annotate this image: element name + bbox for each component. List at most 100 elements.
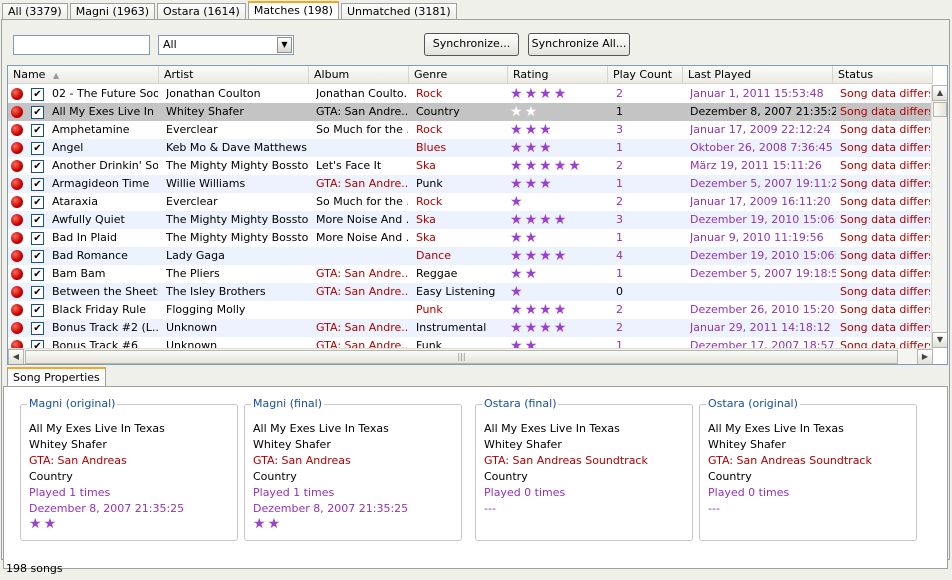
star-icon: ★ [539,302,554,318]
row-checkbox[interactable]: ✔ [31,106,44,119]
synchronize-all-button[interactable]: Synchronize All... [528,33,630,56]
star-icon: ★ [510,158,525,174]
table-row[interactable]: ✔ Bam Bam The Pliers GTA: San Andre... Regga… [8,265,933,283]
rating-stars[interactable]: ★★★★ [510,211,568,229]
star-icon: ★ [539,158,554,174]
cell-status: Song data differs [840,321,930,334]
col-header-last-played[interactable]: Last Played [683,66,833,84]
cell-artist: The Mighty Mighty Bosston... [166,159,308,172]
card-title: All My Exes Live In Texas [708,422,844,435]
row-checkbox[interactable]: ✔ [31,268,44,281]
row-checkbox[interactable]: ✔ [31,142,44,155]
chevron-down-icon[interactable]: ▼ [277,37,292,53]
table-row[interactable]: ✔ Bad Romance Lady Gaga Dance ★★★★ 4 Dezember … [8,247,933,265]
row-checkbox[interactable]: ✔ [31,124,44,137]
rating-stars[interactable]: ★ [510,193,525,211]
table-row[interactable]: ✔ Black Friday Rule Flogging Molly Punk ★★★★… [8,301,933,319]
card-legend: Magni (final) [251,397,325,410]
cell-last: Januar 9, 2010 11:19:56 [690,231,824,244]
card-title: All My Exes Live In Texas [253,422,389,435]
col-header-play-count[interactable]: Play Count [608,66,683,84]
rating-stars[interactable]: ★★★ [510,175,554,193]
cell-genre: Ska [416,213,436,226]
row-checkbox[interactable]: ✔ [31,160,44,173]
row-checkbox[interactable]: ✔ [31,322,44,335]
vertical-scroll-thumb[interactable] [933,102,947,117]
row-checkbox[interactable]: ✔ [31,232,44,245]
row-checkbox[interactable]: ✔ [31,286,44,299]
row-checkbox[interactable]: ✔ [31,88,44,101]
row-checkbox[interactable]: ✔ [31,304,44,317]
scroll-up-icon[interactable]: ▲ [932,85,947,101]
star-icon: ★ [510,266,525,282]
card-genre: Country [253,470,297,483]
col-header-album[interactable]: Album [309,66,409,84]
status-dot-icon [11,214,23,226]
tab-matches[interactable]: Matches (198) [247,1,339,21]
star-icon: ★ [510,230,525,246]
table-row[interactable]: ✔ 02 - The Future Soon Jonathan Coulton Jon… [8,85,933,103]
cell-album: GTA: San Andre... [316,177,408,190]
table-row[interactable]: ✔ Awfully Quiet The Mighty Mighty Bosston.… [8,211,933,229]
cell-genre: Blues [416,141,447,154]
star-icon: ★ [524,266,540,282]
table-row[interactable]: ✔ Another Drinkin' So... The Mighty Mighty… [8,157,933,175]
star-icon: ★ [524,248,540,264]
search-input[interactable] [13,35,150,55]
table-row[interactable]: ✔ Between the Sheets The Isley Brothers GTA… [8,283,933,301]
scroll-left-icon[interactable]: ◀ [8,349,24,364]
card-artist: Whitey Shafer [29,438,107,451]
cell-artist: Unknown [166,321,218,334]
row-checkbox[interactable]: ✔ [31,250,44,263]
star-icon: ★ [524,104,540,120]
star-icon: ★ [524,302,540,318]
rating-stars[interactable]: ★★ [510,103,539,121]
col-header-status[interactable]: Status [833,66,933,84]
table-row[interactable]: ✔ Armagideon Time Willie Williams GTA: San … [8,175,933,193]
horizontal-scroll-thumb[interactable]: ||| [25,350,898,364]
tab-song-properties[interactable]: Song Properties [7,367,106,387]
filter-select[interactable]: All ▼ [158,35,294,55]
cell-status: Song data differs [840,249,930,262]
cell-name: Another Drinkin' So... [52,159,158,172]
star-icon: ★ [539,176,554,192]
scroll-down-icon[interactable]: ▼ [932,332,947,348]
card-played: Played 1 times [253,486,335,499]
cell-status: Song data differs [840,141,930,154]
table-row[interactable]: ✔ Amphetamine Everclear So Much for the ...… [8,121,933,139]
col-header-artist[interactable]: Artist [159,66,309,84]
row-checkbox[interactable]: ✔ [31,196,44,209]
col-header-genre[interactable]: Genre [409,66,508,84]
col-header-rating[interactable]: Rating [508,66,608,84]
horizontal-scrollbar[interactable]: ◀ ||| ▶ [8,348,933,364]
star-icon: ★ [524,212,540,228]
rating-stars[interactable]: ★★ [510,265,539,283]
vertical-scrollbar[interactable]: ▲ ▼ [931,85,947,348]
rating-stars[interactable]: ★★★★ [510,301,568,319]
star-icon: ★ [539,212,554,228]
cell-status: Song data differs [840,303,930,316]
col-header-name[interactable]: Name ▲ [8,66,159,84]
cell-name: Bonus Track #2 (L... [52,321,158,334]
cell-artist: Lady Gaga [166,249,225,262]
row-checkbox[interactable]: ✔ [31,178,44,191]
cell-genre: Easy Listening [416,285,496,298]
table-row[interactable]: ✔ Angel Keb Mo & Dave Matthews ... Blues ★★★… [8,139,933,157]
rating-stars[interactable]: ★ [510,283,525,301]
rating-stars[interactable]: ★★★★ [510,247,568,265]
table-row[interactable]: ✔ All My Exes Live In ... Whitey Shafer GTA… [8,103,933,121]
rating-stars[interactable]: ★★★★ [510,85,568,103]
table-row[interactable]: ✔ Bonus Track #2 (L... Unknown GTA: San And… [8,319,933,337]
scroll-right-icon[interactable]: ▶ [917,349,933,364]
table-row[interactable]: ✔ Bad In Plaid The Mighty Mighty Bosston..… [8,229,933,247]
status-dot-icon [11,196,23,208]
song-card: Ostara (original) All My Exes Live In Tex… [699,397,917,541]
rating-stars[interactable]: ★★★★★ [510,157,583,175]
rating-stars[interactable]: ★★★★ [510,319,568,337]
rating-stars[interactable]: ★★★ [510,139,554,157]
synchronize-button[interactable]: Synchronize... [424,33,519,56]
table-row[interactable]: ✔ Ataraxia Everclear So Much for the ... Roc… [8,193,933,211]
rating-stars[interactable]: ★★★ [510,121,554,139]
row-checkbox[interactable]: ✔ [31,214,44,227]
rating-stars[interactable]: ★★ [510,229,539,247]
